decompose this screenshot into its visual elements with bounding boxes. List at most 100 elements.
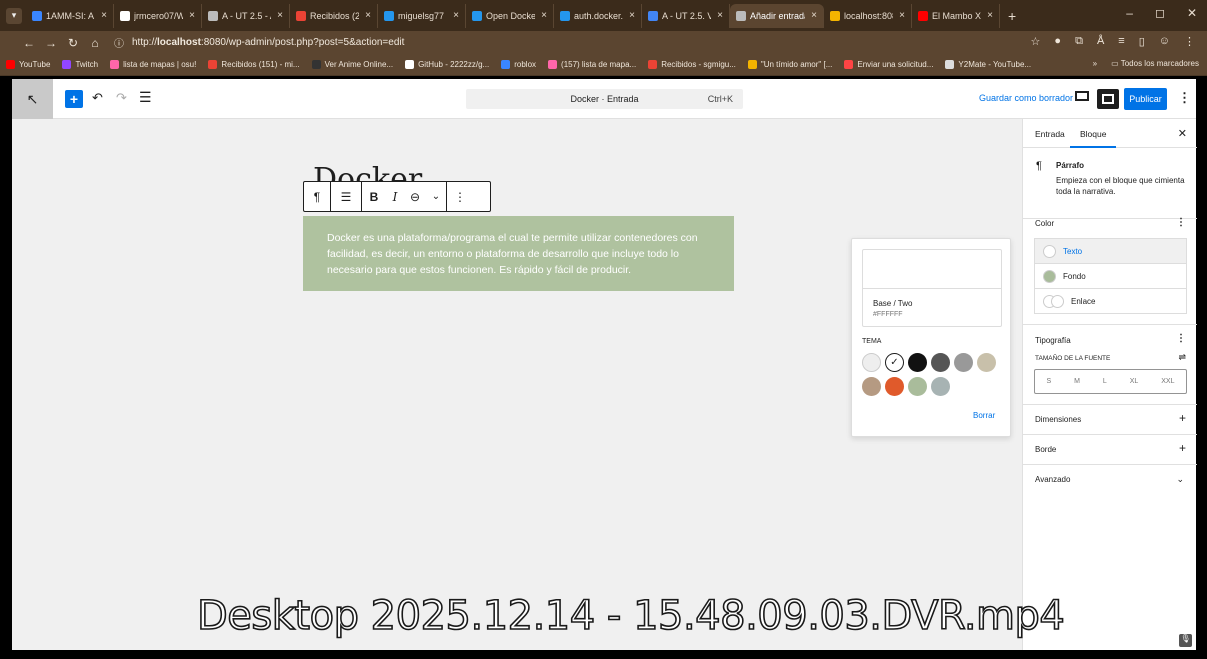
- clear-color-button[interactable]: Borrar: [973, 411, 995, 420]
- more-formatting-icon[interactable]: ⌄: [426, 182, 446, 211]
- bookmark-item[interactable]: Enviar una solicitud...: [844, 60, 933, 69]
- close-tab-icon[interactable]: ×: [277, 10, 283, 21]
- dimensions-add-icon[interactable]: +: [1179, 411, 1186, 425]
- tab-block[interactable]: Bloque: [1069, 129, 1118, 148]
- close-tab-icon[interactable]: ×: [189, 10, 195, 21]
- browser-tab[interactable]: Añadir entrada ×: [730, 3, 824, 28]
- palette-swatch[interactable]: [862, 353, 881, 372]
- color-item-link[interactable]: Enlace: [1035, 289, 1186, 314]
- palette-swatch[interactable]: ✓: [885, 353, 904, 372]
- link-icon[interactable]: ⊖: [404, 182, 426, 211]
- color-options-icon[interactable]: ⋮: [1176, 217, 1186, 228]
- align-text-icon[interactable]: ☰: [331, 182, 361, 211]
- save-draft-button[interactable]: Guardar como borrador: [979, 93, 1073, 103]
- border-add-icon[interactable]: +: [1179, 441, 1186, 455]
- advanced-section-title[interactable]: Avanzado: [1035, 475, 1070, 484]
- extensions-icon[interactable]: ⧉: [1075, 35, 1083, 48]
- close-tab-icon[interactable]: ×: [453, 10, 459, 21]
- site-info-icon[interactable]: ⓘ: [114, 35, 124, 50]
- bookmark-item[interactable]: roblox: [501, 60, 536, 69]
- bookmark-item[interactable]: (157) lista de mapa...: [548, 60, 636, 69]
- more-bookmarks-button[interactable]: »: [1093, 59, 1097, 68]
- redo-icon[interactable]: ↷: [116, 90, 127, 106]
- font-size-xxl[interactable]: XXL: [1161, 378, 1174, 385]
- home-icon[interactable]: ⌂: [84, 36, 106, 50]
- profile-icon[interactable]: ☺: [1159, 35, 1170, 48]
- font-size-xl[interactable]: XL: [1130, 378, 1139, 385]
- palette-swatch[interactable]: [977, 353, 996, 372]
- block-options-icon[interactable]: ⋮: [447, 182, 473, 211]
- document-overview-icon[interactable]: ☰: [139, 89, 152, 106]
- close-tab-icon[interactable]: ×: [987, 10, 993, 21]
- close-tab-icon[interactable]: ×: [541, 10, 547, 21]
- browser-tab[interactable]: Open Docker ×: [466, 3, 554, 28]
- palette-swatch[interactable]: [885, 377, 904, 396]
- italic-icon[interactable]: I: [386, 182, 404, 211]
- browser-tab[interactable]: localhost:8081 ×: [824, 3, 912, 28]
- browser-menu-icon[interactable]: ⋮: [1184, 35, 1195, 48]
- paragraph-block[interactable]: Docker es una plataforma/programa el cua…: [303, 216, 734, 291]
- all-bookmarks-button[interactable]: ▭ Todos los marcadores: [1111, 59, 1199, 68]
- color-item-background[interactable]: Fondo: [1035, 264, 1186, 289]
- palette-swatch[interactable]: [931, 377, 950, 396]
- browser-tab[interactable]: Recibidos (28 ×: [290, 3, 378, 28]
- bold-icon[interactable]: B: [362, 182, 386, 211]
- translate-icon[interactable]: Å: [1097, 35, 1104, 48]
- font-size-l[interactable]: L: [1103, 378, 1107, 385]
- close-tab-icon[interactable]: ×: [629, 10, 635, 21]
- close-sidebar-icon[interactable]: ✕: [1178, 127, 1187, 140]
- bookmark-star-icon[interactable]: ☆: [1031, 35, 1041, 48]
- extension-record-icon[interactable]: ●: [1054, 35, 1061, 48]
- close-tab-icon[interactable]: ×: [811, 10, 817, 21]
- back-icon[interactable]: ←: [18, 36, 40, 50]
- color-preview[interactable]: Base / Two #FFFFFF: [862, 249, 1002, 327]
- browser-tab[interactable]: A - UT 2.5. Virt ×: [642, 3, 730, 28]
- font-size-s[interactable]: S: [1046, 378, 1051, 385]
- browser-tab[interactable]: 1AMM-SI: A - ×: [26, 3, 114, 28]
- bookmark-item[interactable]: Ver Anime Online...: [311, 60, 393, 69]
- bookmark-item[interactable]: lista de mapas | osu!: [110, 60, 196, 69]
- dimensions-section-title[interactable]: Dimensiones: [1035, 415, 1081, 424]
- tab-search-menu-icon[interactable]: ▾: [6, 7, 22, 24]
- side-panel-icon[interactable]: ▯: [1139, 35, 1145, 48]
- close-tab-icon[interactable]: ×: [101, 10, 107, 21]
- close-window-button[interactable]: ✕: [1187, 6, 1197, 20]
- settings-panel-icon[interactable]: [1097, 89, 1119, 109]
- chevron-down-icon[interactable]: ⌄: [1176, 474, 1184, 485]
- maximize-button[interactable]: ◻: [1155, 6, 1165, 20]
- publish-button[interactable]: Publicar: [1124, 88, 1167, 110]
- new-tab-button[interactable]: +: [1008, 8, 1016, 24]
- font-size-m[interactable]: M: [1074, 378, 1080, 385]
- close-tab-icon[interactable]: ×: [717, 10, 723, 21]
- browser-tab[interactable]: A - UT 2.5 - Ac ×: [202, 3, 290, 28]
- color-item-text[interactable]: Texto: [1035, 239, 1186, 264]
- options-menu-icon[interactable]: ⋮: [1178, 90, 1191, 106]
- palette-swatch[interactable]: [931, 353, 950, 372]
- close-tab-icon[interactable]: ×: [365, 10, 371, 21]
- minimize-button[interactable]: –: [1126, 6, 1133, 20]
- forward-icon[interactable]: →: [40, 36, 62, 50]
- bookmark-item[interactable]: Recibidos - sgmigu...: [648, 60, 736, 69]
- palette-swatch[interactable]: [862, 377, 881, 396]
- reading-list-icon[interactable]: ≡: [1118, 35, 1124, 48]
- reload-icon[interactable]: ↻: [62, 36, 84, 50]
- close-tab-icon[interactable]: ×: [899, 10, 905, 21]
- palette-swatch[interactable]: [954, 353, 973, 372]
- preview-icon[interactable]: [1075, 91, 1089, 101]
- browser-tab[interactable]: jrmcero07/Wo ×: [114, 3, 202, 28]
- custom-size-icon[interactable]: ⇌: [1178, 352, 1186, 363]
- command-palette-button[interactable]: Docker · Entrada Ctrl+K: [466, 89, 743, 109]
- bookmark-item[interactable]: GitHub - 2222zz/g...: [405, 60, 489, 69]
- bookmark-item[interactable]: Y2Mate - YouTube...: [945, 60, 1031, 69]
- back-to-dashboard-icon[interactable]: ↖: [12, 79, 53, 119]
- palette-swatch[interactable]: [908, 353, 927, 372]
- browser-tab[interactable]: auth.docker.co ×: [554, 3, 642, 28]
- tab-post[interactable]: Entrada: [1035, 129, 1065, 139]
- bookmark-item[interactable]: Recibidos (151) - mi...: [208, 60, 300, 69]
- typography-options-icon[interactable]: ⋮: [1176, 333, 1186, 344]
- browser-tab[interactable]: miguelsg77 | D ×: [378, 3, 466, 28]
- palette-swatch[interactable]: [908, 377, 927, 396]
- undo-icon[interactable]: ↶: [92, 90, 103, 106]
- border-section-title[interactable]: Borde: [1035, 445, 1056, 454]
- paragraph-block-icon[interactable]: ¶: [304, 182, 330, 211]
